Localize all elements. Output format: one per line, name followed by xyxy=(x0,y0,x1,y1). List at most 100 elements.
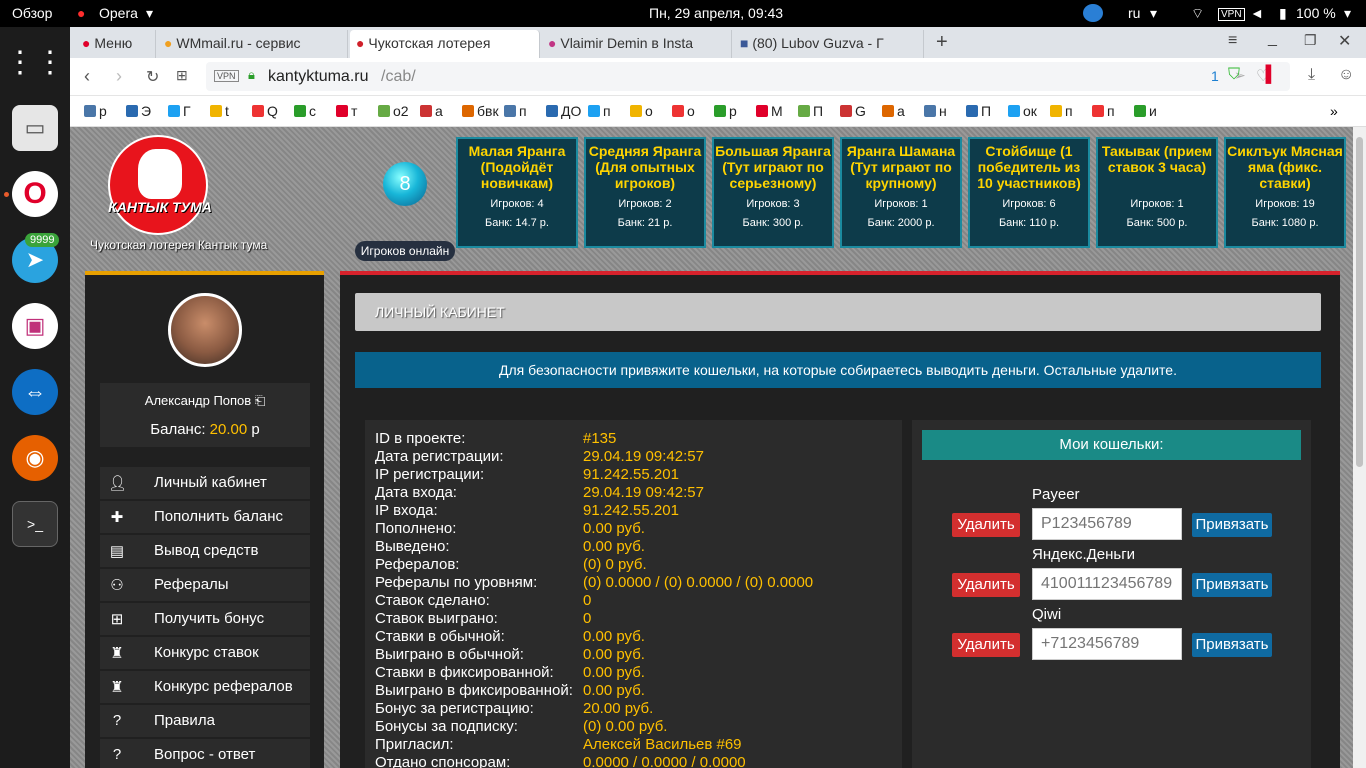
delete-wallet-button[interactable]: Удалить xyxy=(952,633,1020,657)
overview-button[interactable]: Обзор xyxy=(12,5,52,21)
sidebar-item[interactable]: 👤︎ Личный кабинет xyxy=(100,467,310,499)
bookmark-item[interactable]: р xyxy=(99,103,107,119)
tab-instagram[interactable]: ● Vlaimir Demin в Insta xyxy=(542,30,732,58)
clock[interactable]: Пн, 29 апреля, 09:43 xyxy=(649,5,783,21)
bookmark-favicon-icon[interactable] xyxy=(672,105,684,117)
adblock-shield-icon[interactable]: ⛉ xyxy=(1228,66,1240,84)
scrollbar-thumb[interactable] xyxy=(1356,137,1363,467)
profile-icon[interactable]: ☺ xyxy=(1338,66,1354,84)
wallet-input[interactable] xyxy=(1032,568,1182,600)
page-scrollbar[interactable] xyxy=(1353,127,1366,768)
bookmark-favicon-icon[interactable] xyxy=(798,105,810,117)
lottery-card[interactable]: Большая Яранга (Тут играют по серьезному… xyxy=(712,137,834,248)
lottery-card[interactable]: Малая Яранга (Подойдёт новичкам) Игроков:… xyxy=(456,137,578,248)
logout-icon[interactable]: ⎗ xyxy=(255,393,265,408)
bind-wallet-button[interactable]: Привязать xyxy=(1192,633,1272,657)
image-viewer-icon[interactable]: ▣ xyxy=(12,303,58,349)
address-field[interactable]: VPN 🔒︎ kantyktuma.ru /cab/ 1 ➢ ♡ xyxy=(206,62,1290,91)
bookmark-favicon-icon[interactable] xyxy=(504,105,516,117)
bookmark-item[interactable]: п xyxy=(603,103,611,119)
bookmark-favicon-icon[interactable] xyxy=(168,105,180,117)
lottery-card[interactable]: Средняя Яранга (Для опытных игроков) Игро… xyxy=(584,137,706,248)
bookmark-favicon-icon[interactable] xyxy=(714,105,726,117)
bookmark-favicon-icon[interactable] xyxy=(840,105,852,117)
sidebar-item[interactable]: ? Вопрос - ответ xyxy=(100,739,310,768)
sidebar-item[interactable]: ? Правила xyxy=(100,705,310,737)
bookmark-item[interactable]: п xyxy=(519,103,527,119)
bookmark-item[interactable]: t xyxy=(225,103,229,119)
speaker-icon[interactable]: ◄ xyxy=(1250,5,1264,21)
bookmark-item[interactable]: с xyxy=(309,103,316,119)
sidebar-item[interactable]: ⊞ Получить бонус xyxy=(100,603,310,635)
bookmark-item[interactable]: о xyxy=(645,103,653,119)
vpn-badge[interactable]: VPN xyxy=(214,70,239,82)
delete-wallet-button[interactable]: Удалить xyxy=(952,573,1020,597)
speed-dial-icon[interactable]: ⊞ xyxy=(176,67,188,84)
bookmark-favicon-icon[interactable] xyxy=(924,105,936,117)
bookmark-favicon-icon[interactable] xyxy=(84,105,96,117)
app-menu[interactable]: Opera xyxy=(99,5,138,21)
bookmark-favicon-icon[interactable] xyxy=(630,105,642,117)
tab-menu[interactable]: ● Меню xyxy=(76,30,156,58)
sidebar-item[interactable]: ♜ Конкурс ставок xyxy=(100,637,310,669)
bookmark-item[interactable]: П xyxy=(981,103,991,119)
bookmark-item[interactable]: о2 xyxy=(393,103,409,119)
lottery-card[interactable]: Яранга Шамана (Тут играют по крупному) Иг… xyxy=(840,137,962,248)
lottery-card[interactable]: Стойбище (1 победитель из 10 участников)… xyxy=(968,137,1090,248)
bookmark-item[interactable]: ДО xyxy=(561,103,581,119)
battery-icon[interactable]: ▮ xyxy=(1279,5,1287,22)
bind-wallet-button[interactable]: Привязать xyxy=(1192,573,1272,597)
bookmark-favicon-icon[interactable] xyxy=(882,105,894,117)
bookmark-item[interactable]: т xyxy=(351,103,357,119)
lottery-card[interactable]: Сиклъук Мясная яма (фикс. ставки) Игроков… xyxy=(1224,137,1346,248)
bookmark-item[interactable]: ок xyxy=(1023,103,1037,119)
bookmark-item[interactable]: Г xyxy=(183,103,191,119)
tray-app-icon[interactable] xyxy=(1083,4,1103,22)
back-button[interactable]: ‹ xyxy=(84,66,90,87)
download-icon[interactable]: ⤓ xyxy=(1308,66,1315,84)
reload-button[interactable]: ↻ xyxy=(146,67,159,87)
bookmark-favicon-icon[interactable] xyxy=(588,105,600,117)
bookmark-favicon-icon[interactable] xyxy=(546,105,558,117)
minimize-button[interactable]: _ xyxy=(1268,30,1277,48)
keyboard-chevron-icon[interactable]: ▾ xyxy=(1150,5,1157,22)
apps-grid-icon[interactable]: ⋮⋮ xyxy=(5,39,65,85)
bookmark-favicon-icon[interactable] xyxy=(1092,105,1104,117)
bookmark-favicon-icon[interactable] xyxy=(252,105,264,117)
bookmark-item[interactable]: G xyxy=(855,103,866,119)
new-tab-button[interactable]: + xyxy=(936,31,948,54)
flow-icon[interactable]: ▐ xyxy=(1260,66,1271,84)
firefox-icon[interactable]: ◉ xyxy=(12,435,58,481)
app-menu-chevron-icon[interactable]: ▾ xyxy=(146,5,153,22)
close-button[interactable]: ✕ xyxy=(1338,31,1351,51)
bookmark-item[interactable]: а xyxy=(435,103,443,119)
tab-lottery[interactable]: ● Чукотская лотерея xyxy=(350,30,540,58)
bookmark-favicon-icon[interactable] xyxy=(462,105,474,117)
opera-dock-icon[interactable]: O xyxy=(12,171,58,217)
sidebar-item[interactable]: ✚ Пополнить баланс xyxy=(100,501,310,533)
bookmark-favicon-icon[interactable] xyxy=(294,105,306,117)
tab-wmmail[interactable]: ● WMmail.ru - сервис xyxy=(158,30,348,58)
bookmark-item[interactable]: М xyxy=(771,103,783,119)
opera-icon[interactable]: ● xyxy=(77,5,85,21)
sidebar-item[interactable]: ⚇ Рефералы xyxy=(100,569,310,601)
bookmark-item[interactable]: а xyxy=(897,103,905,119)
maximize-button[interactable]: ❐ xyxy=(1304,32,1317,49)
bookmark-favicon-icon[interactable] xyxy=(210,105,222,117)
bookmark-favicon-icon[interactable] xyxy=(966,105,978,117)
tracker-count[interactable]: 1 xyxy=(1211,68,1219,84)
bookmark-item[interactable]: п xyxy=(1107,103,1115,119)
bookmark-favicon-icon[interactable] xyxy=(378,105,390,117)
bookmark-item[interactable]: р xyxy=(729,103,737,119)
lock-icon[interactable]: 🔒︎ xyxy=(248,67,255,83)
teamviewer-icon[interactable]: ⇔ xyxy=(12,369,58,415)
tab-menu-icon[interactable]: ≡ xyxy=(1228,32,1237,50)
bookmark-item[interactable]: и xyxy=(1149,103,1157,119)
bookmark-item[interactable]: п xyxy=(1065,103,1073,119)
bookmarks-overflow-icon[interactable]: » xyxy=(1330,103,1338,119)
bookmark-favicon-icon[interactable] xyxy=(1008,105,1020,117)
bookmark-item[interactable]: Q xyxy=(267,103,278,119)
files-icon[interactable]: ▭ xyxy=(12,105,58,151)
bookmark-favicon-icon[interactable] xyxy=(1134,105,1146,117)
bookmark-item[interactable]: Э xyxy=(141,103,151,119)
